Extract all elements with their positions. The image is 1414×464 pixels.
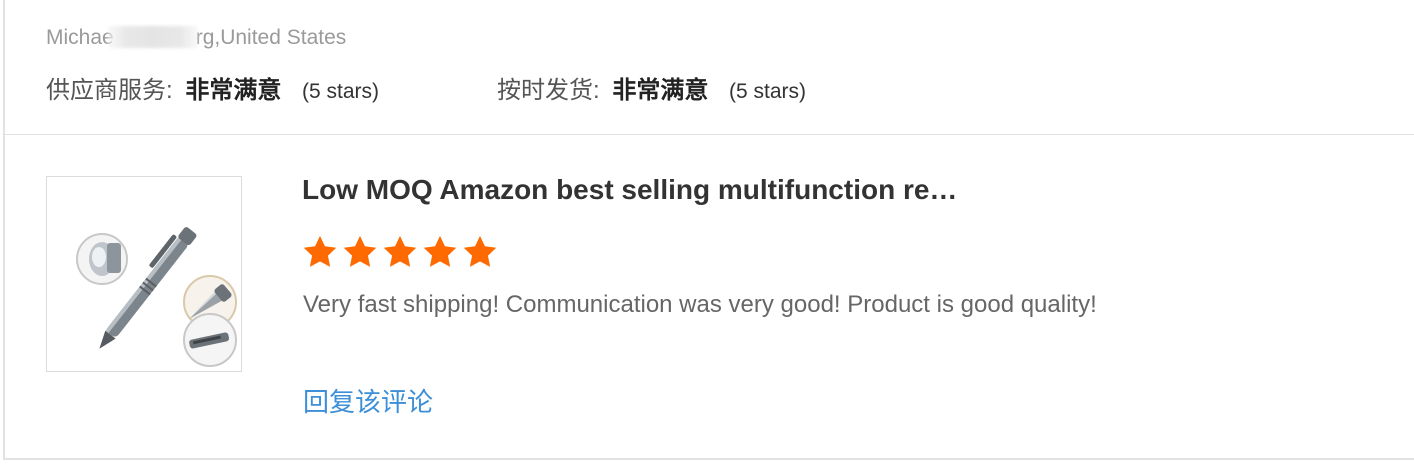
review-star-rating (301, 233, 499, 271)
star-icon (303, 235, 337, 267)
review-header: Michae rg,United States 供应商服务: 非常满意 (5 st… (5, 0, 1414, 135)
tactical-pen-product-image (76, 227, 237, 367)
rating-label: 供应商服务: (46, 77, 173, 104)
rating-label: 按时发货: (497, 77, 600, 104)
redacted-name-blur (107, 26, 198, 48)
rating-stars-text: (5 stars) (302, 80, 380, 103)
star-icon (343, 235, 377, 267)
reviewer-name-start: Michae (46, 26, 114, 49)
star-icon (463, 235, 497, 267)
reviewer-info: Michae rg,United States (46, 26, 346, 50)
product-thumbnail[interactable] (46, 176, 242, 372)
product-title-link[interactable]: Low MOQ Amazon best selling multifunctio… (302, 174, 957, 206)
reviewer-name-location: rg,United States (195, 26, 347, 49)
rating-supplier-service: 供应商服务: 非常满意 (5 stars) (46, 70, 379, 105)
star-icon (383, 235, 417, 267)
review-text: Very fast shipping! Communication was ve… (303, 291, 1097, 318)
star-icon (423, 235, 457, 267)
rating-on-time-delivery: 按时发货: 非常满意 (5 stars) (497, 70, 806, 105)
review-card: Michae rg,United States 供应商服务: 非常满意 (5 st… (3, 0, 1414, 460)
rating-value: 非常满意 (185, 77, 282, 104)
rating-stars-text: (5 stars) (729, 80, 807, 103)
reply-to-review-link[interactable]: 回复该评论 (303, 382, 433, 419)
rating-value: 非常满意 (612, 77, 709, 104)
